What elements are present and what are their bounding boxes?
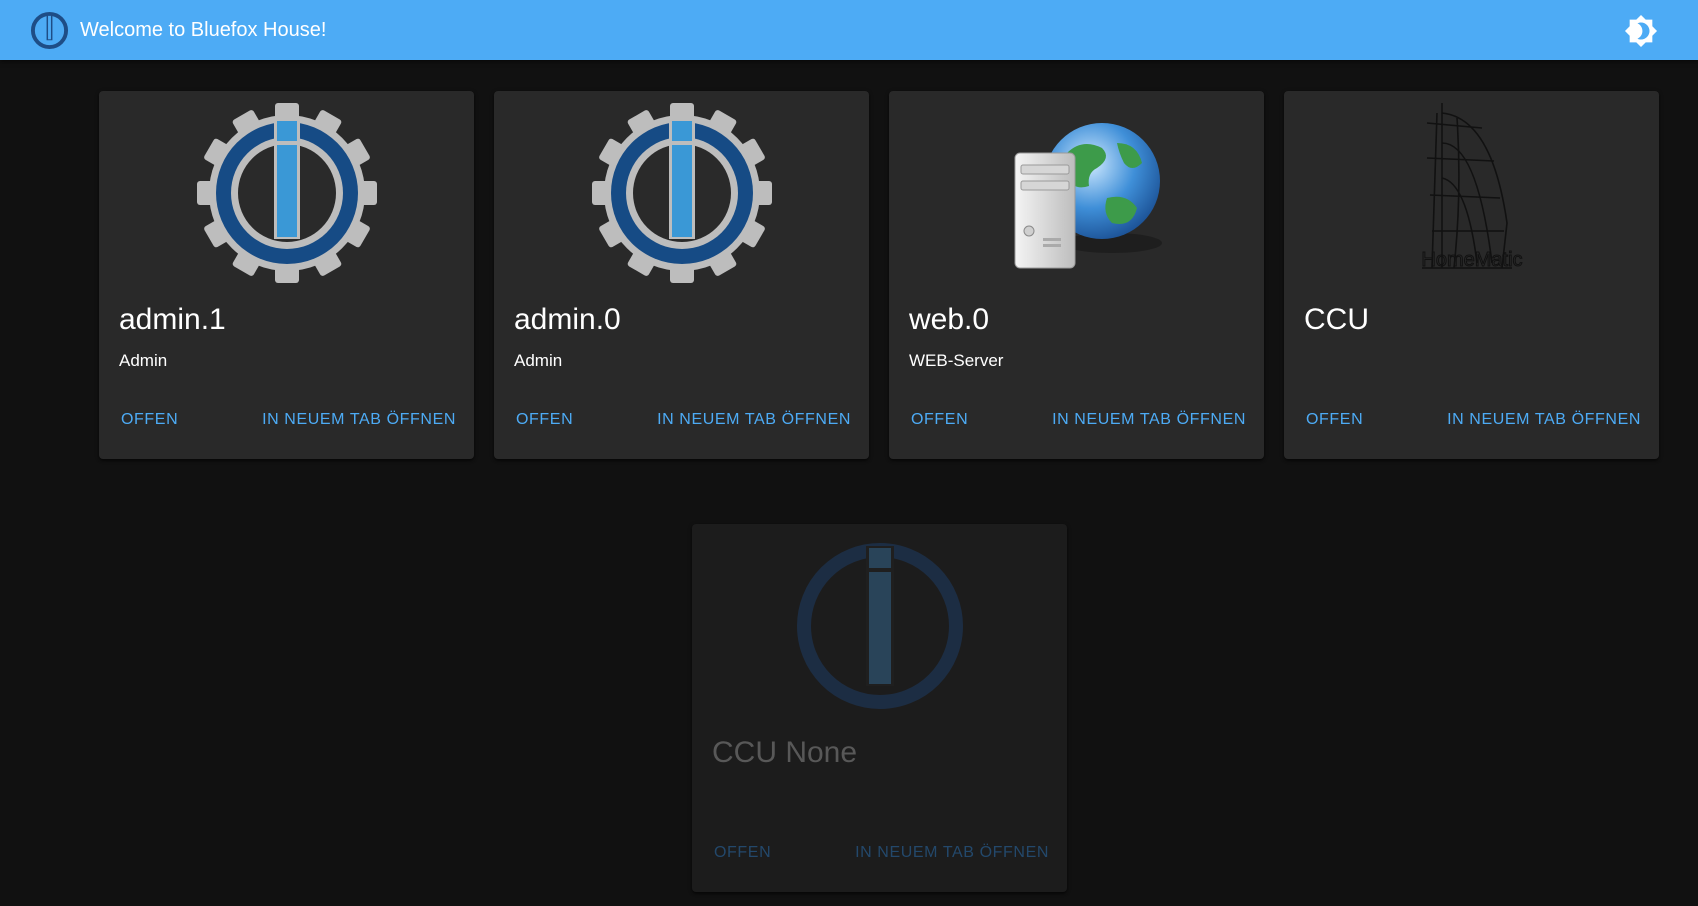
instance-card-admin-0: admin.0 Admin OFFEN IN NEUEM TAB ÖFFNEN — [494, 91, 869, 459]
card-title: CCU None — [712, 736, 858, 769]
card-title: web.0 — [909, 303, 990, 336]
open-new-tab-button[interactable]: IN NEUEM TAB ÖFFNEN — [260, 405, 458, 435]
open-button[interactable]: OFFEN — [1304, 405, 1365, 435]
card-media — [99, 103, 474, 283]
instance-card-web-0: web.0 WEB-Server OFFEN IN NEUEM TAB ÖFFN… — [889, 91, 1264, 459]
card-media — [494, 103, 869, 283]
card-subtitle: Admin — [119, 351, 168, 370]
instance-card-admin-1: admin.1 Admin OFFEN IN NEUEM TAB ÖFFNEN — [99, 91, 474, 459]
card-media: HomeMatic — [1284, 103, 1659, 283]
card-title: CCU — [1304, 303, 1369, 336]
card-title: admin.0 — [514, 303, 621, 336]
iobroker-gear-icon — [196, 103, 377, 283]
instance-card-ccu-none: CCU None OFFEN IN NEUEM TAB ÖFFNEN — [692, 524, 1067, 892]
app-title: Welcome to Bluefox House! — [80, 19, 327, 41]
web-server-globe-icon — [1014, 123, 1162, 269]
card-subtitle: WEB-Server — [909, 351, 1004, 370]
open-button[interactable]: OFFEN — [514, 405, 575, 435]
open-new-tab-button[interactable]: IN NEUEM TAB ÖFFNEN — [1050, 405, 1248, 435]
iobroker-gear-icon — [591, 103, 772, 283]
iobroker-logo-icon — [796, 543, 963, 709]
open-new-tab-button[interactable]: IN NEUEM TAB ÖFFNEN — [853, 838, 1051, 868]
main-content: admin.1 Admin OFFEN IN NEUEM TAB ÖFFNEN — [0, 60, 1698, 906]
open-new-tab-button[interactable]: IN NEUEM TAB ÖFFNEN — [1445, 405, 1643, 435]
iobroker-logo-icon — [30, 11, 69, 50]
open-new-tab-button[interactable]: IN NEUEM TAB ÖFFNEN — [655, 405, 853, 435]
instance-card-ccu: HomeMatic CCU OFFEN IN NEUEM TAB ÖFFNEN — [1284, 91, 1659, 459]
homematic-logo-text: HomeMatic — [1421, 249, 1522, 271]
open-button[interactable]: OFFEN — [119, 405, 180, 435]
card-subtitle: Admin — [514, 351, 563, 370]
card-media — [692, 536, 1067, 716]
card-title: admin.1 — [119, 303, 226, 336]
card-media — [889, 103, 1264, 283]
app-bar: Welcome to Bluefox House! — [0, 0, 1698, 60]
open-button[interactable]: OFFEN — [712, 838, 773, 868]
brightness-icon[interactable] — [1624, 14, 1658, 48]
homematic-icon: HomeMatic — [1420, 103, 1523, 272]
open-button[interactable]: OFFEN — [909, 405, 970, 435]
